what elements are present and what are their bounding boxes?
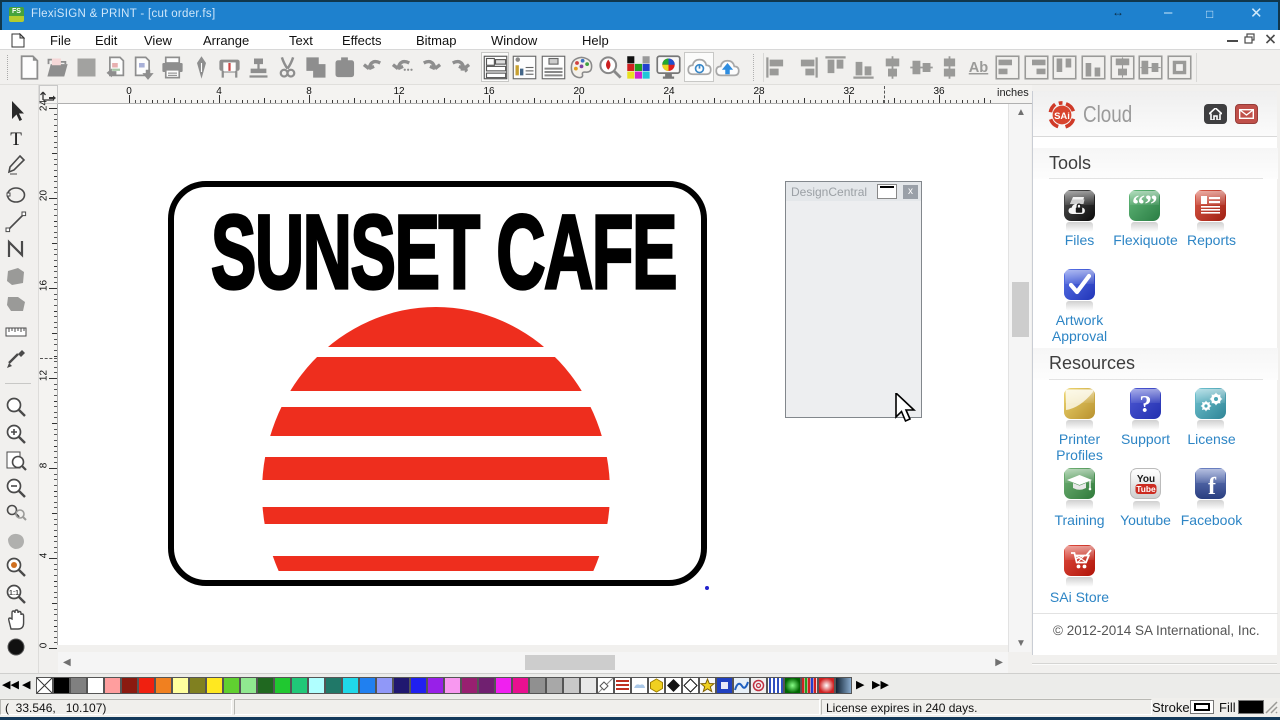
svg-text:”: ” [1145,190,1158,219]
svg-text:Ab: Ab [968,60,988,76]
svg-text:SAi: SAi [1054,111,1070,122]
svg-text:“: “ [1132,190,1145,219]
svg-text:1:1: 1:1 [9,590,19,597]
svg-text:f: f [1208,474,1217,499]
svg-text:T: T [10,129,22,150]
svg-text:?: ? [1140,392,1152,418]
svg-text:Tube: Tube [1136,484,1156,494]
